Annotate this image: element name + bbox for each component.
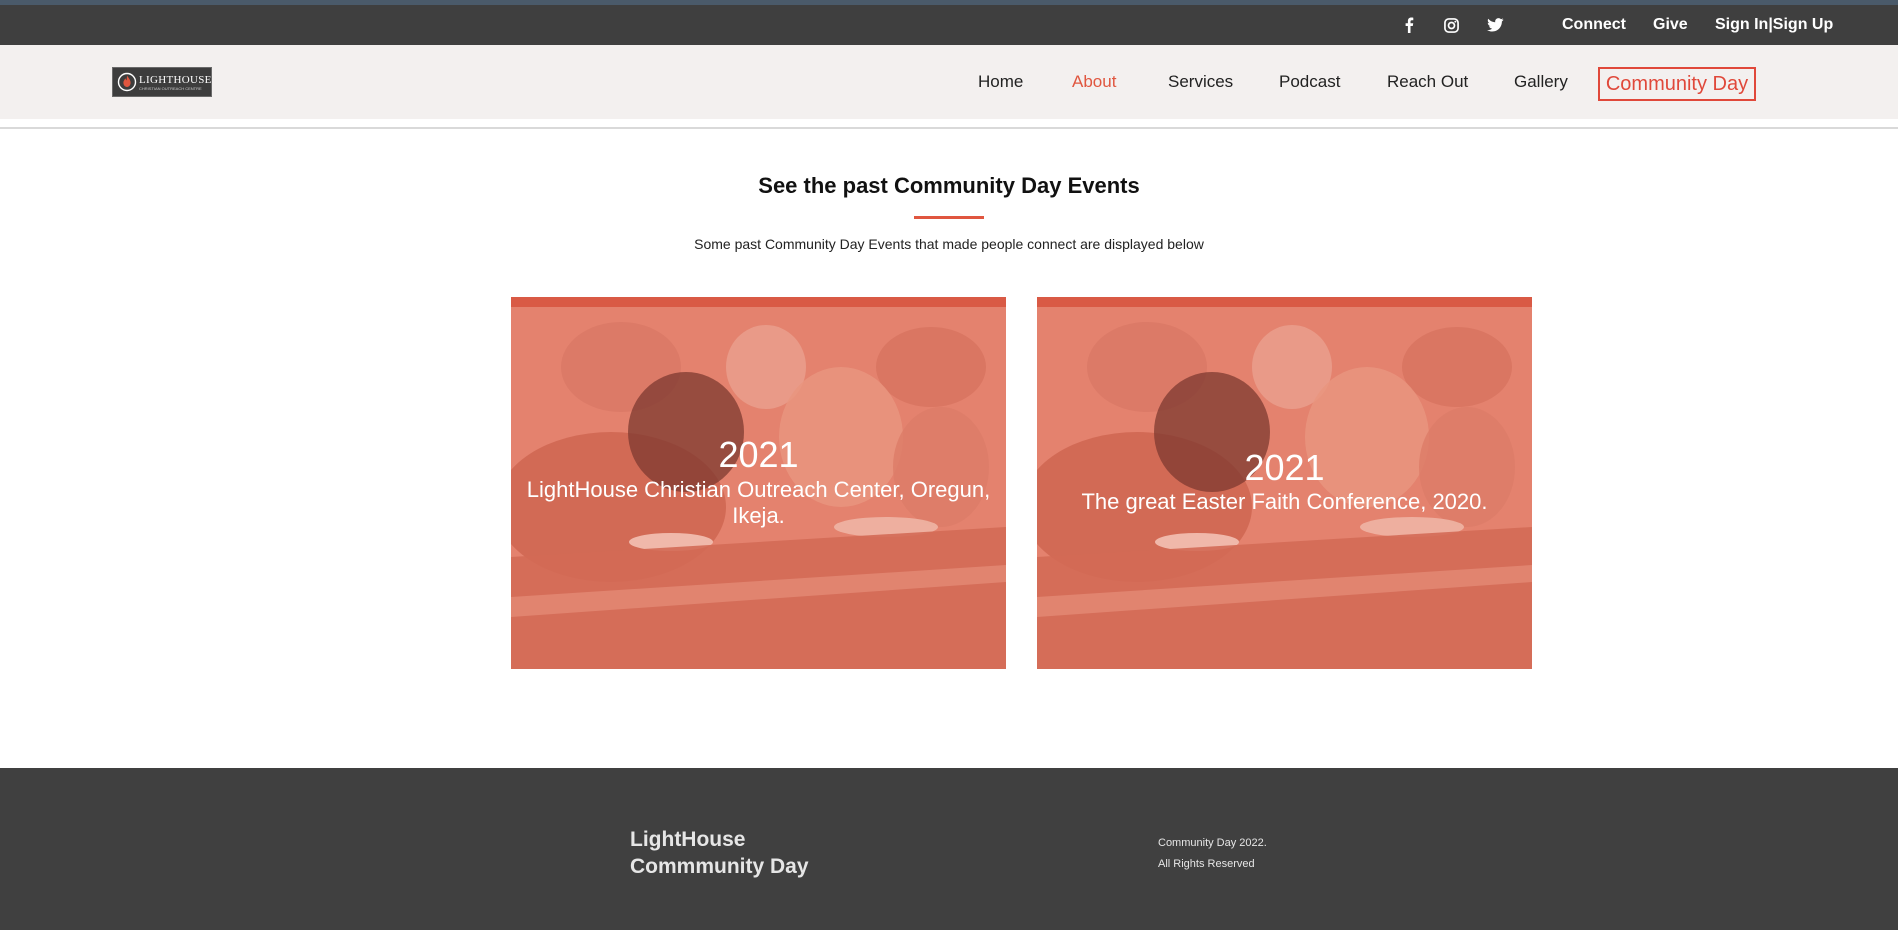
community-day-button[interactable]: Community Day (1598, 67, 1756, 101)
footer-copyright-line1: Community Day 2022. (1158, 837, 1267, 849)
twitter-icon[interactable] (1482, 5, 1508, 45)
event-card[interactable]: 2021 LightHouse Christian Outreach Cente… (511, 297, 1006, 669)
event-year: 2021 (718, 434, 799, 475)
title-underline (914, 216, 984, 219)
give-link[interactable]: Give (1653, 5, 1688, 45)
sign-in-sign-up-link[interactable]: Sign In|Sign Up (1715, 5, 1833, 45)
section-subtitle: Some past Community Day Events that made… (694, 236, 1204, 252)
event-year: 2021 (1244, 447, 1325, 488)
logo-tagline: CHRISTIAN OUTREACH CENTRE (139, 86, 202, 91)
section-title: See the past Community Day Events (758, 173, 1140, 198)
footer-brand: LightHouse Commmunity Day (630, 828, 809, 878)
event-card[interactable]: 2021 The great Easter Faith Conference, … (1037, 297, 1532, 669)
nav-home[interactable]: Home (978, 45, 1023, 119)
footer-copyright: Community Day 2022. All Rights Reserved (1158, 833, 1267, 875)
main-navbar: LIGHTHOUSE CHRISTIAN OUTREACH CENTRE Hom… (0, 45, 1898, 119)
nav-services[interactable]: Services (1168, 45, 1233, 119)
top-bar: Connect Give Sign In|Sign Up (0, 5, 1898, 45)
event-caption: LightHouse Christian Outreach Center, Or… (526, 477, 991, 528)
footer-copyright-line2: All Rights Reserved (1158, 858, 1255, 870)
instagram-icon[interactable] (1438, 5, 1464, 45)
nav-podcast[interactable]: Podcast (1279, 45, 1340, 119)
nav-gallery[interactable]: Gallery (1514, 45, 1568, 119)
navbar-divider (0, 127, 1898, 129)
nav-reach-out[interactable]: Reach Out (1387, 45, 1468, 119)
connect-link[interactable]: Connect (1562, 5, 1626, 45)
footer: LightHouse Commmunity Day Community Day … (0, 768, 1898, 930)
logo-wordmark: LIGHTHOUSE (139, 74, 212, 86)
flame-icon (117, 72, 137, 92)
nav-about[interactable]: About (1072, 45, 1116, 119)
facebook-icon[interactable] (1396, 5, 1422, 45)
event-caption: The great Easter Faith Conference, 2020. (1081, 489, 1488, 514)
lighthouse-logo[interactable]: LIGHTHOUSE CHRISTIAN OUTREACH CENTRE (112, 67, 212, 97)
